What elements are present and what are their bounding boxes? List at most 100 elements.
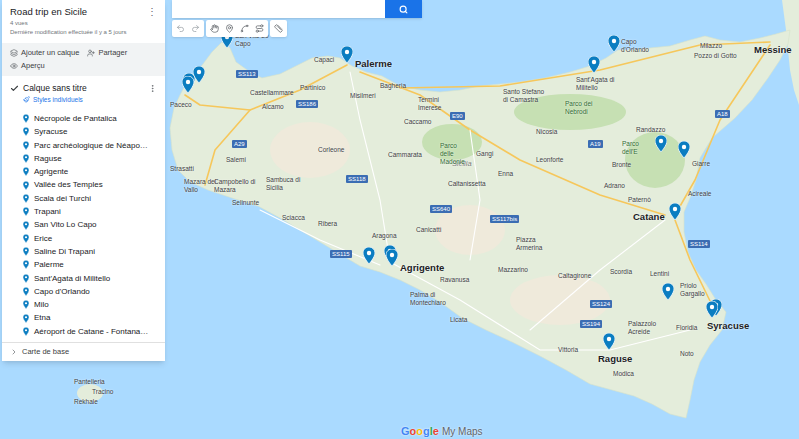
place-item[interactable]: Scala dei Turchi — [2, 192, 165, 205]
layer-menu-icon[interactable] — [148, 84, 157, 93]
map-title[interactable]: Road trip en Sicile — [10, 5, 87, 19]
map-label: Alcamo — [262, 103, 284, 111]
map-label: Misilmeri — [350, 92, 376, 100]
map-label: Piazza Armerina — [516, 236, 556, 252]
layer-style-link[interactable]: Styles individuels — [2, 94, 165, 105]
map-marker[interactable] — [588, 56, 600, 73]
place-item[interactable]: Erice — [2, 232, 165, 245]
map-marker[interactable] — [386, 249, 398, 266]
place-item[interactable]: Capo d'Orlando — [2, 285, 165, 298]
map-marker[interactable] — [662, 283, 674, 300]
place-pin-icon — [23, 114, 29, 123]
sicily-land — [170, 30, 790, 418]
map-label: Leonforte — [536, 156, 563, 164]
map-marker[interactable] — [182, 76, 194, 93]
marker-button[interactable] — [222, 21, 237, 36]
road-shield: SS115 — [330, 250, 352, 258]
line-button[interactable] — [237, 21, 252, 36]
map-label: Enna — [498, 170, 513, 178]
map-label: Ravanusa — [440, 276, 469, 284]
place-pin-icon — [23, 154, 29, 163]
my-maps-text: My Maps — [442, 425, 483, 438]
check-icon — [10, 84, 19, 93]
place-pin-icon — [23, 327, 29, 336]
redo-button[interactable] — [188, 21, 203, 36]
search-input[interactable] — [172, 0, 385, 18]
place-item[interactable]: Sant'Agata di Militello — [2, 272, 165, 285]
map-label: Floridia — [676, 324, 697, 332]
ruler-button[interactable] — [271, 21, 286, 36]
map-marker[interactable] — [678, 141, 690, 158]
map-pin-icon — [678, 141, 690, 158]
map-menu-button[interactable]: ⋮ — [147, 5, 157, 19]
search-button[interactable] — [385, 0, 422, 18]
place-item[interactable]: Parc archéologique de Néapo… — [2, 139, 165, 152]
place-item[interactable]: Agrigente — [2, 165, 165, 178]
map-marker[interactable] — [669, 203, 681, 220]
map-marker[interactable] — [363, 247, 375, 264]
map-label: Sciacca — [282, 214, 305, 222]
map-label: Capo d'Orlando — [621, 38, 653, 54]
my-maps-app: SS113A29SS186SS118E90A19SS640SS117bisSS1… — [0, 0, 799, 439]
place-item[interactable]: Trapani — [2, 205, 165, 218]
map-label: Nicosia — [536, 128, 557, 136]
action-button[interactable]: Partager — [87, 47, 147, 59]
hand-button[interactable] — [207, 21, 222, 36]
map-label: Syracuse — [707, 322, 749, 330]
map-label: Sambuca di Sicilia — [266, 176, 306, 192]
place-item[interactable]: Vallée des Temples — [2, 178, 165, 191]
paintbrush-icon — [23, 96, 30, 103]
map-label: Modica — [613, 370, 634, 378]
place-pin-icon — [23, 194, 29, 203]
map-pin-icon — [363, 247, 375, 264]
map-label: Messine — [754, 46, 792, 54]
map-label: Lentini — [650, 270, 669, 278]
map-label: Adrano — [604, 182, 625, 190]
map-marker[interactable] — [608, 35, 620, 52]
map-label: Parco dell'E — [622, 140, 652, 156]
place-item[interactable]: Milo — [2, 298, 165, 311]
map-marker[interactable] — [706, 301, 718, 318]
place-pin-icon — [23, 141, 29, 150]
map-label: Catane — [633, 213, 665, 221]
google-brand: Google — [401, 425, 439, 438]
chevron-icon — [10, 348, 18, 356]
map-label: Partinico — [300, 84, 325, 92]
map-label: Caccamo — [404, 118, 431, 126]
map-pin-icon — [669, 203, 681, 220]
map-label: Gangi — [476, 150, 493, 158]
layer-title[interactable]: Calque sans titre — [23, 82, 87, 94]
route-button[interactable] — [252, 21, 267, 36]
layer-checkbox[interactable] — [10, 84, 19, 93]
map-marker[interactable] — [655, 135, 667, 152]
map-label: Parco dei Nebrodi — [565, 100, 601, 116]
map-label: Licata — [450, 316, 467, 324]
place-item[interactable]: San Vito Lo Capo — [2, 218, 165, 231]
map-label: Castellammare — [250, 89, 294, 97]
place-item[interactable]: Syracuse — [2, 125, 165, 138]
map-label: Selinunte — [232, 199, 259, 207]
map-label: Raguse — [598, 355, 632, 363]
place-item[interactable]: Aéroport de Catane - Fontana… — [2, 325, 165, 338]
place-item[interactable]: Saline Di Trapani — [2, 245, 165, 258]
map-marker[interactable] — [341, 46, 353, 63]
base-map-row[interactable]: Carte de base — [2, 343, 165, 361]
map-pin-icon — [588, 56, 600, 73]
map-marker[interactable] — [603, 333, 615, 350]
place-item[interactable]: Nécropole de Pantalica — [2, 112, 165, 125]
road-shield: SS113 — [236, 70, 258, 78]
place-item[interactable]: Palerme — [2, 258, 165, 271]
map-marker[interactable] — [193, 66, 205, 83]
map-views: 4 vues — [10, 19, 157, 28]
road-shield: SS117bis — [490, 215, 519, 223]
action-button[interactable]: Ajouter un calque — [10, 47, 79, 59]
action-button[interactable]: Aperçu — [10, 60, 70, 72]
map-label: Aragona — [372, 232, 397, 240]
map-label: Corleone — [318, 146, 344, 154]
place-item[interactable]: Raguse — [2, 152, 165, 165]
road-shield: A29 — [232, 140, 247, 148]
undo-button[interactable] — [173, 21, 188, 36]
place-item[interactable]: Etna — [2, 311, 165, 324]
marker-icon — [225, 24, 234, 33]
map-label: Ribera — [318, 220, 337, 228]
